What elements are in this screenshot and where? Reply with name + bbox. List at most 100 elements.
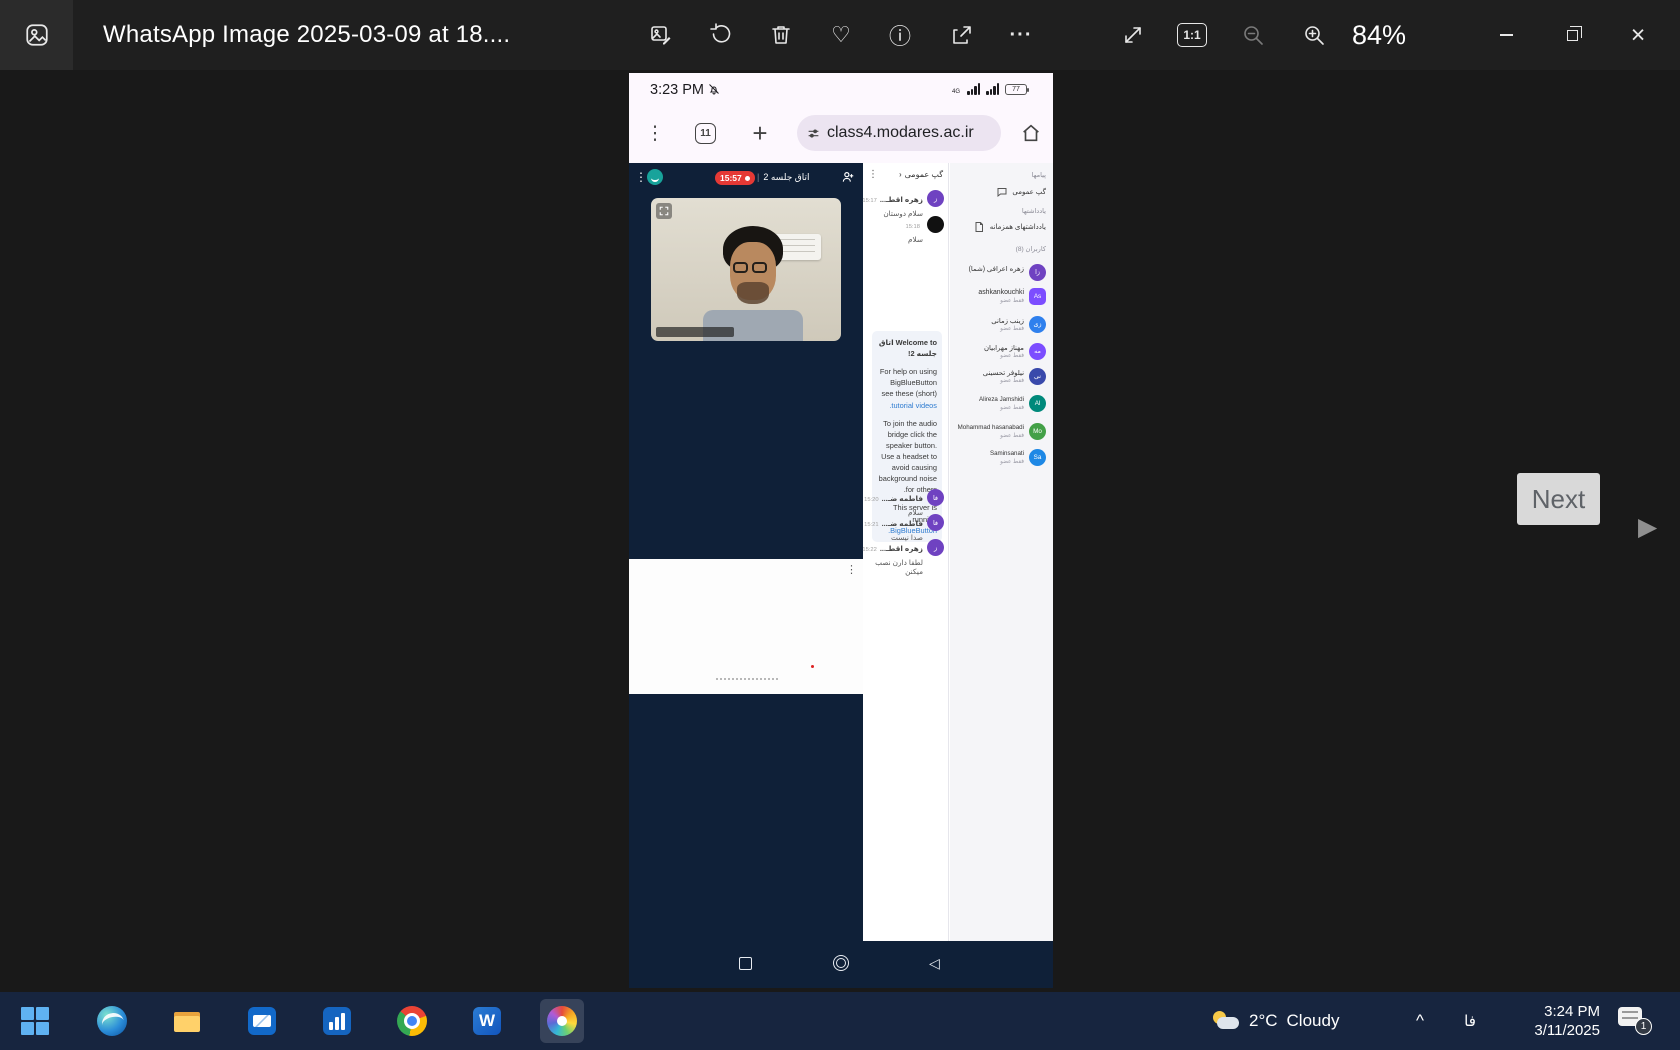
- chat-menu-button[interactable]: ⋮: [868, 169, 878, 180]
- chat-message: 15:18 سلام: [866, 215, 944, 244]
- webcam-tile[interactable]: [651, 198, 841, 341]
- photos-icon: [547, 1006, 577, 1036]
- windows-logo-icon: [21, 1007, 49, 1035]
- slide-footer-text: [716, 678, 780, 680]
- participants-icon[interactable]: [841, 170, 855, 189]
- weather-condition: Cloudy: [1287, 1011, 1340, 1031]
- taskbar-edge[interactable]: [90, 999, 134, 1043]
- next-image-button[interactable]: Next: [1517, 473, 1600, 525]
- start-button[interactable]: [13, 999, 57, 1043]
- fit-to-window-button[interactable]: [1111, 15, 1155, 55]
- photos-logo-icon: [24, 22, 50, 48]
- avatar: Sa: [1029, 449, 1046, 466]
- user-row[interactable]: مه مهناز مهرابیانفقط عضو: [954, 342, 1046, 362]
- tray-time: 3:24 PM: [1544, 1002, 1600, 1021]
- more-options-button[interactable]: ···: [999, 15, 1043, 55]
- minimize-button[interactable]: [1483, 0, 1529, 70]
- avatar: مه: [1029, 343, 1046, 360]
- photos-titlebar: WhatsApp Image 2025-03-09 at 18.... ♡ ⓘ …: [0, 0, 1680, 70]
- tab-counter-button[interactable]: 11: [695, 123, 716, 144]
- taskbar-file-explorer[interactable]: [165, 999, 209, 1043]
- chat-back-chevron-icon: ‹: [899, 170, 902, 179]
- user-row[interactable]: Mo Mohammad hasanabadiفقط عضو: [954, 422, 1046, 442]
- avatar: فا: [927, 514, 944, 531]
- users-section-label: کاربران (8): [1016, 245, 1046, 253]
- photos-app-icon[interactable]: [0, 0, 73, 70]
- edge-icon: [97, 1006, 127, 1036]
- info-button[interactable]: ⓘ: [878, 15, 922, 55]
- next-arrow-icon[interactable]: ▶: [1638, 512, 1657, 542]
- meeting-menu-button[interactable]: ⋮: [635, 170, 647, 184]
- new-tab-button[interactable]: +: [747, 115, 773, 151]
- home-nav-button[interactable]: [833, 955, 849, 971]
- home-button[interactable]: [1017, 119, 1045, 147]
- language-indicator[interactable]: فا: [1455, 992, 1485, 1050]
- window-title: WhatsApp Image 2025-03-09 at 18....: [103, 0, 510, 70]
- close-button[interactable]: ×: [1615, 0, 1661, 70]
- chrome-toolbar: ⋮ 11 + class4.modares.ac.ir: [629, 109, 1053, 157]
- edit-image-button[interactable]: [639, 15, 683, 55]
- shared-notes-item[interactable]: یادداشتهای همزمانه: [973, 220, 1046, 233]
- android-status-bar: 3:23 PM 4G 77: [629, 73, 1053, 109]
- public-chat-item[interactable]: گپ عمومی: [995, 185, 1046, 198]
- video-area-lower: [629, 694, 863, 941]
- recording-dot-icon: [745, 176, 750, 181]
- video-area: ⋮ 15:57 | اتاق جلسه 2: [629, 163, 863, 559]
- user-row[interactable]: As ashkankouchkiفقط عضو: [954, 287, 1046, 307]
- address-bar[interactable]: class4.modares.ac.ir: [797, 115, 1001, 151]
- actual-size-button[interactable]: 1:1: [1170, 15, 1214, 55]
- weather-widget[interactable]: 2°C Cloudy: [1213, 992, 1339, 1050]
- welcome-title: Welcome to اتاق جلسه 2!: [877, 337, 937, 359]
- user-row[interactable]: زی زینب زمانیفقط عضو: [954, 315, 1046, 335]
- word-icon: W: [473, 1007, 501, 1035]
- taskbar-photos-active[interactable]: [540, 999, 584, 1043]
- presentation-whiteboard[interactable]: ⋮: [629, 559, 863, 694]
- user-row[interactable]: Sa Saminsanatiفقط عضو: [954, 448, 1046, 468]
- user-row[interactable]: زا زهره اعرافی (شما): [954, 263, 1046, 283]
- url-text: class4.modares.ac.ir: [827, 124, 974, 142]
- tutorial-videos-link[interactable]: tutorial videos.: [889, 401, 937, 410]
- site-settings-icon: [807, 127, 820, 140]
- tray-overflow-button[interactable]: ^: [1405, 992, 1435, 1050]
- file-explorer-icon: [172, 1006, 202, 1036]
- signal-icon-1: [967, 83, 980, 95]
- public-chat-panel: ⋮ گپ عمومی ‹ ز زهره اقطـ...15:17 سلام دو…: [863, 163, 949, 941]
- zoom-out-button[interactable]: [1231, 15, 1275, 55]
- recents-button[interactable]: [739, 957, 752, 970]
- notes-section-label: یادداشتها: [1022, 207, 1046, 215]
- taskbar-chrome[interactable]: [390, 999, 434, 1043]
- chat-title[interactable]: گپ عمومی ‹: [899, 170, 943, 179]
- notification-center-button[interactable]: 1: [1618, 1005, 1652, 1035]
- expand-video-icon[interactable]: [656, 203, 672, 219]
- share-button[interactable]: [939, 15, 983, 55]
- whiteboard-menu-button[interactable]: ⋮: [846, 563, 857, 576]
- user-row[interactable]: نی نیلوفر تحسینیفقط عضو: [954, 367, 1046, 387]
- avatar: زی: [1029, 316, 1046, 333]
- welcome-help: For help on using BigBlueButton see thes…: [877, 366, 937, 410]
- signal-icon-2: [986, 83, 999, 95]
- messages-section-label: پیامها: [1032, 171, 1046, 179]
- status-time: 3:23 PM: [650, 82, 720, 98]
- taskbar-mail[interactable]: [240, 999, 284, 1043]
- taskbar-clock[interactable]: 3:24 PM 3/11/2025: [1495, 992, 1600, 1050]
- restore-button[interactable]: [1549, 0, 1595, 70]
- android-nav-bar: ◁: [629, 941, 1053, 988]
- recording-badge[interactable]: 15:57: [715, 171, 755, 185]
- chat-message: ز زهره اقطـ...15:22 لطفا دارن نصب میکنن: [866, 538, 944, 576]
- user-row[interactable]: Al Alireza Jamshidiفقط عضو: [954, 394, 1046, 414]
- taskbar-chart-app[interactable]: [315, 999, 359, 1043]
- back-button[interactable]: ◁: [929, 955, 940, 972]
- webcam-name-label: [656, 327, 734, 337]
- chrome-menu-button[interactable]: ⋮: [645, 117, 665, 149]
- delete-button[interactable]: [759, 15, 803, 55]
- rotate-button[interactable]: [699, 15, 743, 55]
- recording-time: 15:57: [720, 173, 742, 183]
- favorite-button[interactable]: ♡: [819, 15, 863, 55]
- avatar: Mo: [1029, 423, 1046, 440]
- zoom-level: 84%: [1352, 0, 1406, 70]
- welcome-audio-note: To join the audio bridge click the speak…: [877, 418, 937, 496]
- avatar: As: [1029, 288, 1046, 305]
- zoom-in-button[interactable]: [1292, 15, 1336, 55]
- taskbar-word[interactable]: W: [465, 999, 509, 1043]
- avatar: زا: [1029, 264, 1046, 281]
